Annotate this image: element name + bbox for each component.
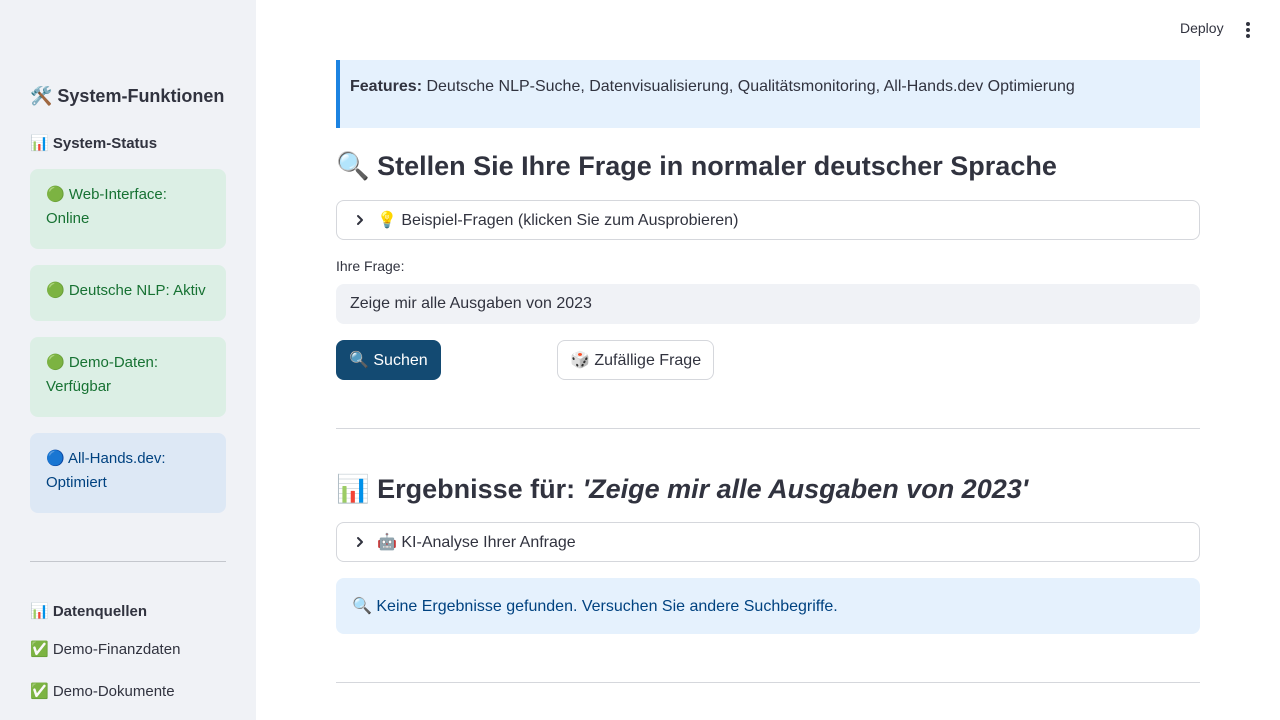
status-web-interface: 🟢 Web-Interface: Online [30, 169, 226, 249]
examples-expander[interactable]: 💡 Beispiel-Fragen (klicken Sie zum Auspr… [336, 200, 1200, 240]
results-heading-prefix: 📊 Ergebnisse für: [336, 474, 583, 504]
vertical-dots-icon[interactable] [1240, 20, 1256, 40]
features-label: Features: [350, 78, 423, 95]
source-item-finance: ✅ Demo-Finanzdaten [30, 641, 181, 658]
question-input-label: Ihre Frage: [336, 258, 405, 274]
source-item-documents: ✅ Demo-Dokumente [30, 683, 175, 700]
features-info-box: Features: Deutsche NLP-Suche, Datenvisua… [336, 60, 1200, 128]
status-demo-data: 🟢 Demo-Daten: Verfügbar [30, 337, 226, 417]
examples-expander-label: 💡 Beispiel-Fragen (klicken Sie zum Auspr… [377, 212, 739, 229]
analysis-expander[interactable]: 🤖 KI-Analyse Ihrer Anfrage [336, 522, 1200, 562]
chevron-right-icon [353, 535, 367, 549]
chevron-right-icon [353, 213, 367, 227]
sources-heading: 📊 Datenquellen [30, 603, 148, 620]
status-heading: 📊 System-Status [30, 135, 158, 152]
results-heading-query: 'Zeige mir alle Ausgaben von 2023' [582, 474, 1029, 504]
results-heading: 📊 Ergebnisse für: 'Zeige mir alle Ausgab… [336, 473, 1028, 505]
sidebar-divider [30, 561, 226, 562]
status-allhands: 🔵 All-Hands.dev: Optimiert [30, 433, 226, 513]
sidebar-title: 🛠️ System-Funktionen [30, 86, 225, 106]
question-heading: 🔍 Stellen Sie Ihre Frage in normaler deu… [336, 151, 1057, 181]
search-button[interactable]: 🔍 Suchen [336, 340, 441, 380]
random-question-button[interactable]: 🎲 Zufällige Frage [557, 340, 715, 380]
features-text: Deutsche NLP-Suche, Datenvisualisierung,… [422, 78, 1075, 95]
question-input[interactable]: Zeige mir alle Ausgaben von 2023 [336, 284, 1200, 324]
divider [336, 428, 1200, 429]
deploy-button[interactable]: Deploy [1180, 20, 1224, 36]
divider [336, 682, 1200, 683]
status-nlp: 🟢 Deutsche NLP: Aktiv [30, 265, 226, 321]
no-results-info: 🔍 Keine Ergebnisse gefunden. Versuchen S… [336, 578, 1200, 634]
analysis-expander-label: 🤖 KI-Analyse Ihrer Anfrage [377, 534, 576, 551]
sidebar: 🛠️ System-Funktionen 📊 System-Status 🟢 W… [0, 0, 256, 720]
